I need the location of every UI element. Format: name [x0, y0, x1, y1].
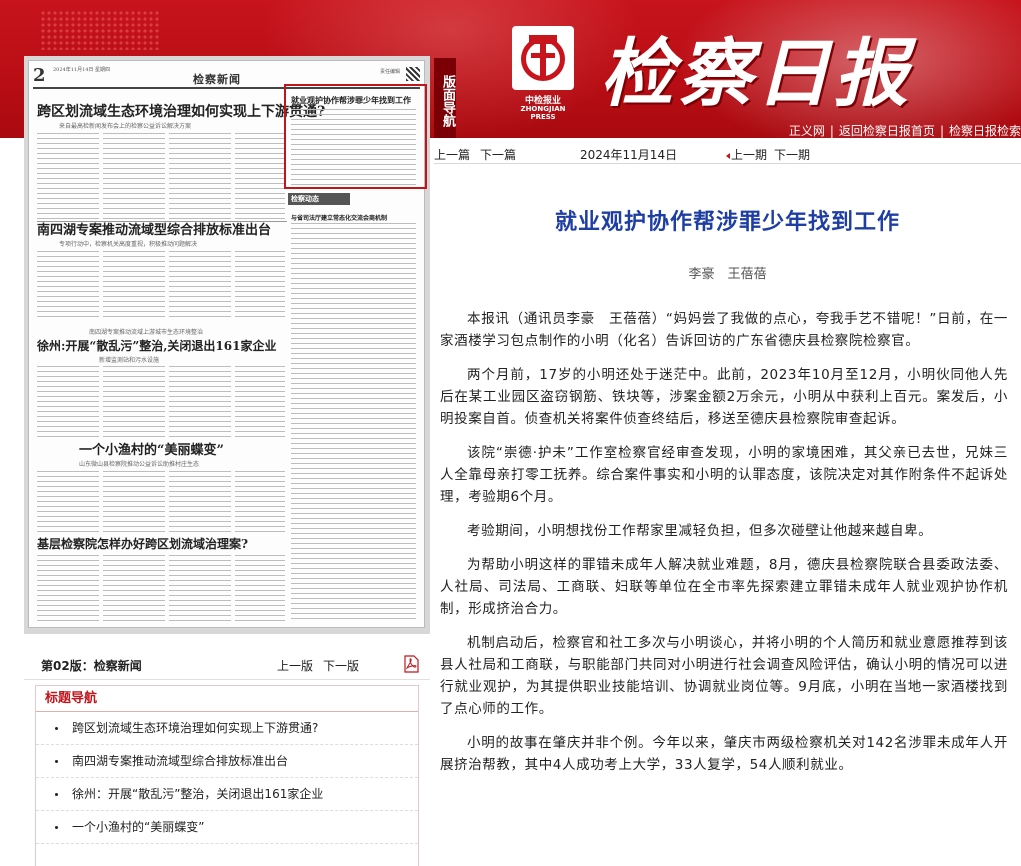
next-issue-link[interactable]: 下一期: [774, 146, 810, 163]
paper-text-block: [37, 471, 99, 533]
paper-headline[interactable]: 基层检察院怎样办好跨区划流域治理案?: [37, 535, 248, 552]
paper-text-block: [291, 223, 416, 623]
paper-text-block: [37, 133, 99, 219]
title-nav-item[interactable]: 跨区划流域生态环境治理如何实现上下游贯通?: [36, 712, 418, 745]
divider: [24, 679, 430, 680]
press-logo-icon[interactable]: [512, 26, 574, 90]
paper-text-block: [37, 251, 99, 321]
bullet-icon: [55, 793, 58, 796]
banner-dot-pattern: [40, 10, 160, 50]
triangle-left-icon: [726, 152, 730, 159]
prev-issue-label: 上一期: [731, 148, 768, 162]
paper-subhead: 来自最高检新闻发布会上的检察公益诉讼解决方案: [59, 123, 192, 130]
article-authors: 李豪 王蓓蓓: [688, 267, 767, 282]
paper-text-block: [103, 251, 165, 321]
paper-text-block: [169, 366, 231, 438]
paper-text-block: [103, 555, 165, 625]
paper-headline[interactable]: 与省司法厅建立常态化交流会商机制: [291, 213, 387, 222]
page-root: 中检报业 ZHONGJIAN PRESS 检察日报 正义网 | 返回检察日报首页 | 检…: [0, 0, 1021, 866]
title-nav-panel: 标题导航 跨区划流域生态环境治理如何实现上下游贯通? 南四湖专案推动流域型综合排…: [35, 685, 419, 866]
paper-subhead: 山东微山县检察院推动公益诉讼助推村庄生态: [79, 461, 200, 468]
link-home[interactable]: 返回检察日报首页: [839, 124, 935, 138]
paper-subhead: 专项行动中，检察机关高度重视，积极推动问题解决: [59, 241, 198, 248]
paper-subhead: 南四湖专案推动流域上游城市生态环境整治: [89, 329, 204, 336]
page-nav: 上一版 下一版: [277, 657, 369, 674]
article-toolbar: 上一篇 下一篇 2024年11月14日 上一期 下一期: [434, 142, 1021, 164]
paper-text-block: [235, 133, 285, 219]
paper-headline[interactable]: 跨区划流域生态环境治理如何实现上下游贯通?: [37, 101, 325, 121]
article-paragraph: 本报讯（通讯员李豪 王蓓蓓）“妈妈尝了我做的点心，夸我手艺不错呢！”日前，在一家…: [440, 311, 1008, 349]
paper-editor-line: 责任编辑: [379, 69, 400, 75]
paper-text-block: [103, 366, 165, 438]
prev-page-link[interactable]: 上一版: [277, 659, 313, 673]
paper-text-block: [169, 133, 231, 219]
highlighted-article-box[interactable]: [284, 84, 427, 189]
paper-text-block: [169, 251, 231, 321]
article-paragraph: 两个月前，17岁的小明还处于迷茫中。此前，2023年10月至12月，小明伙同他人…: [440, 367, 1008, 427]
bullet-icon: [55, 826, 58, 829]
prev-issue-link[interactable]: 上一期: [726, 146, 767, 163]
link-separator: |: [939, 124, 944, 138]
paper-text-block: [235, 471, 285, 533]
next-article-link[interactable]: 下一篇: [480, 146, 516, 163]
page-info: 第02版：检察新闻: [41, 659, 142, 673]
paper-text-block: [103, 471, 165, 533]
paper-text-block: [169, 555, 231, 625]
title-nav-item-label: 南四湖专案推动流域型综合排放标准出台: [72, 754, 289, 768]
article-paragraph: 该院“崇德·护未”工作室检察官经审查发现，小明的家境困难，其父亲已去世，兄妹三人…: [440, 445, 1008, 505]
article-paragraph: 机制启动后，检察官和社工多次与小明谈心，并将小明的个人简历和就业意愿推荐到该县人…: [440, 635, 1008, 717]
masthead-title[interactable]: 检察日报: [600, 14, 912, 121]
title-nav-heading: 标题导航: [36, 686, 418, 712]
jiancha-dongtai-label: 检察动态: [288, 193, 350, 205]
paper-text-block: [37, 366, 99, 438]
header-links: 正义网 | 返回检察日报首页 | 检察日报检索: [789, 122, 1021, 138]
issue-date: 2024年11月14日: [580, 148, 678, 162]
qr-code-icon: [406, 67, 420, 81]
article-body: 本报讯（通讯员李豪 王蓓蓓）“妈妈尝了我做的点心，夸我手艺不错呢！”日前，在一家…: [440, 308, 1008, 788]
title-nav-item[interactable]: 南四湖专案推动流域型综合排放标准出台: [36, 745, 418, 778]
title-nav-item-label: 徐州：开展“散乱污”整治，关闭退出161家企业: [72, 787, 324, 801]
article-title: 就业观护协作帮涉罪少年找到工作: [554, 210, 900, 235]
link-separator: |: [829, 124, 834, 138]
next-issue-label: 下一期: [774, 148, 811, 162]
title-nav-item[interactable]: 徐州：开展“散乱污”整治，关闭退出161家企业: [36, 778, 418, 811]
paper-text-block: [235, 251, 285, 321]
paper-text-block: [235, 555, 285, 625]
bullet-icon: [55, 727, 58, 730]
pdf-icon[interactable]: [403, 655, 419, 673]
title-nav-item-label: 跨区划流域生态环境治理如何实现上下游贯通?: [72, 721, 319, 735]
paper-text-block: [103, 133, 165, 219]
paper-date: 2024年11月14日 星期四: [53, 67, 111, 73]
article-paragraph: 考验期间，小明想找份工作帮家里减轻负担，但多次碰壁让他越来越自卑。: [467, 523, 933, 539]
title-nav-item-label: 一个小渔村的“美丽蝶变”: [72, 820, 205, 834]
paper-text-block: [169, 471, 231, 533]
paper-page-number: 2: [33, 65, 46, 86]
article-paragraph: 小明的故事在肇庆并非个例。今年以来，肇庆市两级检察机关对142名涉罪未成年人开展…: [440, 735, 1008, 773]
paper-text-block: [235, 366, 285, 438]
article-paragraph: 为帮助小明这样的罪错未成年人解决就业难题，8月，德庆县检察院联合县委政法委、人社…: [440, 557, 1008, 617]
section-nav-tab[interactable]: 版面导航: [434, 58, 456, 138]
press-name-en: ZHONGJIAN PRESS: [520, 105, 566, 121]
prev-article-link[interactable]: 上一篇: [434, 146, 470, 163]
next-page-link[interactable]: 下一版: [323, 659, 359, 673]
link-search[interactable]: 检察日报检索: [949, 124, 1021, 138]
paper-text-block: [37, 555, 99, 625]
link-zhengyi[interactable]: 正义网: [789, 124, 825, 138]
title-nav-item[interactable]: 一个小渔村的“美丽蝶变”: [36, 811, 418, 844]
paper-headline[interactable]: 一个小渔村的“美丽蝶变”: [79, 439, 224, 458]
paper-headline[interactable]: 南四湖专案推动流域型综合排放标准出台: [37, 219, 271, 238]
paper-subhead: 新增监测站和污水设施: [99, 357, 160, 364]
paper-section-name: 检察新闻: [193, 73, 241, 86]
bullet-icon: [55, 760, 58, 763]
paper-headline[interactable]: 徐州:开展“散乱污”整治,关闭退出161家企业: [37, 337, 276, 354]
